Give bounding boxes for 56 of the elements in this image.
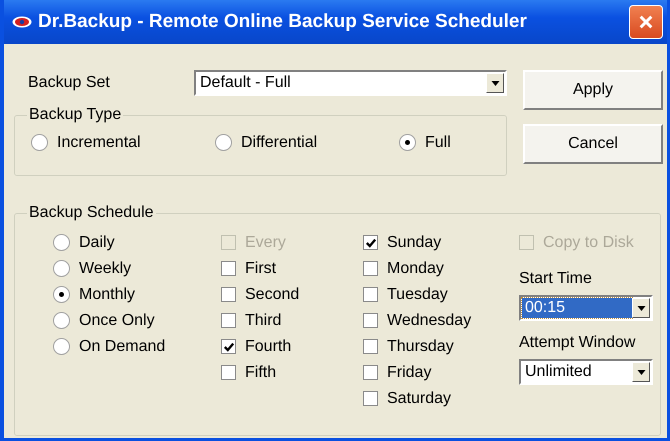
dialog-button[interactable]: Apply xyxy=(523,70,663,110)
checkbox-label: Wednesday xyxy=(387,312,472,330)
checkbox-label: Copy to Disk xyxy=(543,234,634,252)
group-title: Backup Schedule xyxy=(28,204,155,222)
radio-button[interactable] xyxy=(53,234,70,251)
checkbox-label: Fifth xyxy=(245,364,276,382)
checkbox-label: First xyxy=(245,260,276,278)
dialog-button[interactable]: Cancel xyxy=(523,124,663,164)
eye-icon xyxy=(12,16,32,28)
option-label: Full xyxy=(425,134,451,152)
checkbox-label: Fourth xyxy=(245,338,292,356)
close-icon[interactable] xyxy=(638,14,654,30)
checkbox[interactable] xyxy=(221,261,236,276)
option-label: Monthly xyxy=(79,286,136,304)
radio-button[interactable] xyxy=(399,134,416,151)
checkbox[interactable] xyxy=(363,391,378,406)
checkbox-label: Sunday xyxy=(387,234,442,252)
checkbox-label: Monday xyxy=(387,260,444,278)
option-label: On Demand xyxy=(79,338,166,356)
start-time-dropdown[interactable]: 00:15 xyxy=(519,295,653,321)
radio-button[interactable] xyxy=(31,134,48,151)
group-title: Backup Type xyxy=(28,106,122,124)
option-label: Differential xyxy=(241,134,318,152)
checkbox[interactable] xyxy=(221,313,236,328)
checkbox[interactable] xyxy=(363,261,378,276)
checkbox-label: Saturday xyxy=(387,390,452,408)
checkbox[interactable] xyxy=(363,313,378,328)
checkbox-label: Thursday xyxy=(387,338,454,356)
radio-button[interactable] xyxy=(53,260,70,277)
attempt-window-dropdown[interactable]: Unlimited xyxy=(519,359,653,385)
checkbox-label: Third xyxy=(245,312,282,330)
option-label: Daily xyxy=(79,234,115,252)
checkbox[interactable] xyxy=(363,365,378,380)
checkbox[interactable] xyxy=(221,287,236,302)
checkbox-label: Every xyxy=(245,234,286,252)
option-label: Once Only xyxy=(79,312,155,330)
field-label: Start Time xyxy=(519,270,593,288)
close-button[interactable] xyxy=(629,5,663,39)
radio-button[interactable] xyxy=(53,312,70,329)
radio-button[interactable] xyxy=(215,134,232,151)
checkbox-label: Tuesday xyxy=(387,286,448,304)
checkbox[interactable] xyxy=(221,339,236,354)
window-title: Dr.Backup - Remote Online Backup Service Scheduler xyxy=(38,11,528,33)
radio-button[interactable] xyxy=(53,286,70,303)
option-label: Incremental xyxy=(57,134,141,152)
checkbox-label: Friday xyxy=(387,364,432,382)
checkbox[interactable] xyxy=(363,339,378,354)
radio-button[interactable] xyxy=(53,338,70,355)
field-label: Attempt Window xyxy=(519,334,636,352)
checkbox-label: Second xyxy=(245,286,300,304)
checkbox[interactable] xyxy=(363,287,378,302)
backup-set-dropdown[interactable]: Default - Full xyxy=(194,70,507,96)
checkbox[interactable] xyxy=(221,365,236,380)
field-label: Backup Set xyxy=(27,74,111,92)
checkbox[interactable] xyxy=(363,235,378,250)
option-label: Weekly xyxy=(79,260,132,278)
